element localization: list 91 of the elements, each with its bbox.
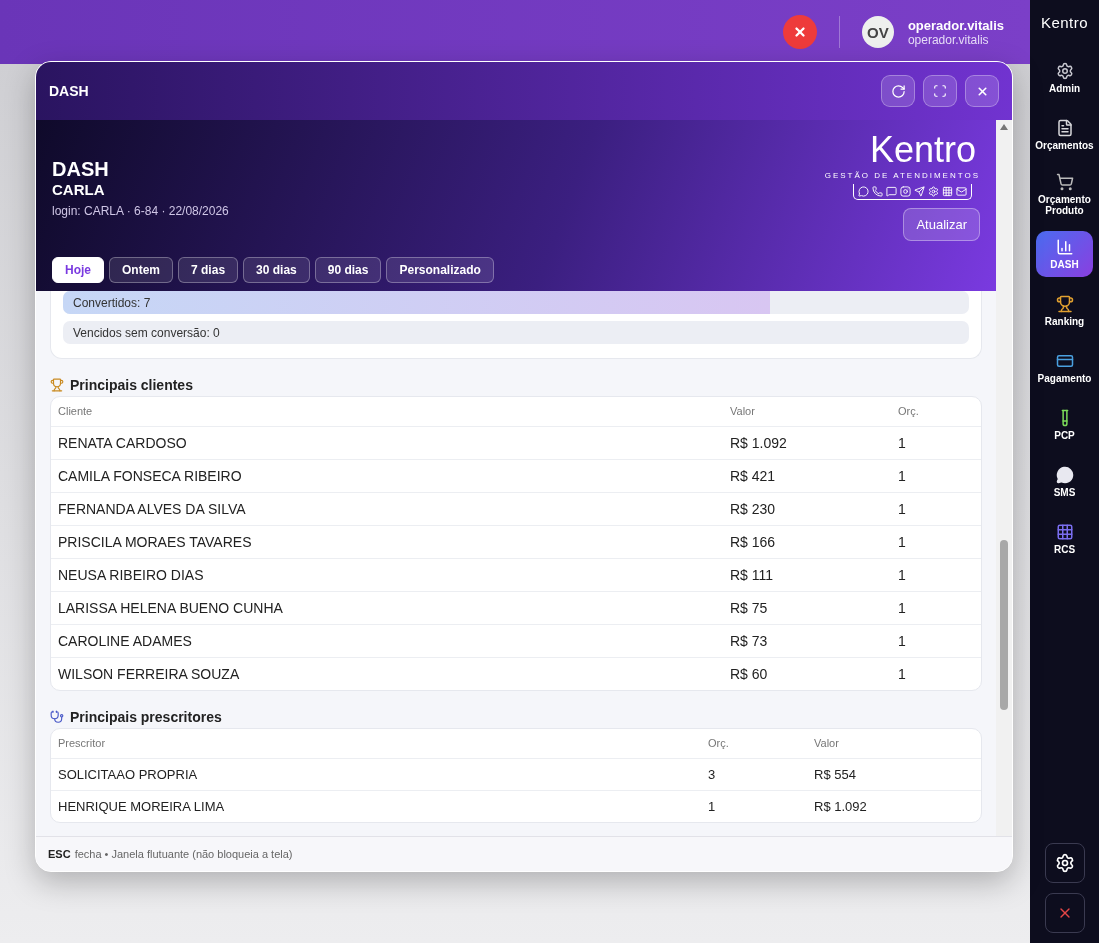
maximize-icon	[933, 84, 947, 98]
column-header: Valor	[813, 736, 840, 751]
table-cell-text: 1	[897, 533, 907, 552]
table-cell-text: 1	[897, 665, 907, 684]
table-cell-text: R$ 166	[729, 533, 777, 552]
column-header: Orç.	[897, 404, 920, 419]
brand-logo: Kentro	[869, 132, 976, 168]
table-cell-text: R$ 73	[729, 632, 769, 651]
table-cell-text: NEUSA RIBEIRO DIAS	[57, 566, 205, 585]
settings-icon	[1054, 853, 1075, 873]
stethoscope-icon	[50, 710, 64, 724]
column-header: Valor	[729, 404, 756, 419]
table-cell-text: 3	[707, 766, 717, 784]
column-header: Prescritor	[57, 736, 107, 751]
table-cell-text: R$ 1.092	[813, 798, 868, 816]
trophy-icon	[50, 378, 64, 392]
table-cell-text: R$ 60	[729, 665, 769, 684]
table-cell-text: 1	[897, 566, 907, 585]
table-cell-text: SOLICITAAO PROPRIA	[57, 766, 199, 784]
table-cell-text: CAROLINE ADAMES	[57, 632, 193, 651]
table-cell-text: CAMILA FONSECA RIBEIRO	[57, 467, 243, 486]
reload-icon	[890, 83, 906, 99]
sidebar-item[interactable]: Pagamento	[1036, 345, 1093, 391]
user-avatar[interactable]: OV	[861, 16, 894, 48]
sidebar-item[interactable]: Orçamento Produto	[1036, 169, 1093, 220]
period-tab[interactable]: 30 dias	[243, 257, 310, 283]
reload-button[interactable]	[881, 75, 915, 107]
table-cell-text: WILSON FERREIRA SOUZA	[57, 665, 241, 684]
scrollbar[interactable]	[996, 120, 1012, 836]
period-tab[interactable]: Hoje	[52, 257, 104, 283]
operator-name: CARLA	[52, 181, 106, 198]
grid-icon	[1055, 523, 1074, 541]
scroll-up-icon[interactable]	[1000, 124, 1008, 130]
window-title: DASH	[49, 83, 90, 99]
table-cell-text: R$ 230	[729, 500, 777, 519]
table-cell-text: 1	[897, 434, 907, 453]
section-title: Principais prescritores	[70, 709, 222, 725]
column-header: Cliente	[57, 404, 94, 419]
scroll-thumb[interactable]	[1000, 540, 1008, 710]
bar-chart-icon	[1055, 238, 1074, 256]
period-tab[interactable]: 90 dias	[314, 257, 382, 283]
user-name: operador.vitalis	[907, 17, 1004, 33]
maximize-button[interactable]	[923, 75, 957, 107]
footer-hint: fecha • Janela flutuante (não bloqueia a tela)	[74, 848, 293, 860]
speech-bubble-icon	[1055, 466, 1074, 484]
document-icon	[1055, 119, 1074, 137]
funnel-label: Vencidos sem conversão: 0	[72, 325, 220, 340]
trophy-icon	[1055, 295, 1074, 313]
close-icon	[792, 25, 807, 39]
close-button[interactable]	[1044, 893, 1085, 933]
sidebar-item[interactable]: DASH	[1036, 231, 1093, 277]
sidebar-item[interactable]: PCP	[1036, 402, 1093, 448]
user-login: operador.vitalis	[907, 32, 989, 47]
table-cell-text: PRISCILA MORAES TAVARES	[57, 533, 253, 552]
column-header: Orç.	[707, 736, 730, 751]
settings-button[interactable]	[1044, 843, 1085, 883]
card-icon	[1055, 352, 1074, 370]
sidebar-item[interactable]: SMS	[1036, 459, 1093, 505]
sidebar-item[interactable]: RCS	[1036, 516, 1093, 562]
table-cell-text: R$ 421	[729, 467, 777, 486]
sidebar-logo: Kentro	[1040, 14, 1089, 31]
funnel-label: Convertidos: 7	[72, 295, 151, 310]
error-button[interactable]	[782, 15, 817, 49]
table-cell-text: R$ 75	[729, 599, 769, 618]
table-cell-text: FERNANDA ALVES DA SILVA	[57, 500, 247, 519]
section-title: Principais clientes	[70, 377, 193, 393]
table-cell-text: R$ 1.092	[729, 434, 788, 453]
dashboard-title: DASH	[52, 158, 110, 181]
table-cell-text: RENATA CARDOSO	[57, 434, 188, 453]
table-cell-text: R$ 111	[729, 566, 775, 585]
login-info: login: CARLA · 6-84 · 22/08/2026	[52, 204, 229, 218]
period-tab[interactable]: Personalizado	[386, 257, 494, 283]
cart-icon	[1055, 173, 1074, 191]
table-cell-text: 1	[897, 632, 907, 651]
table-cell-text: LARISSA HELENA BUENO CUNHA	[57, 599, 284, 618]
sidebar-item[interactable]: Ranking	[1036, 288, 1093, 334]
close-icon	[975, 84, 989, 98]
gear-icon	[1055, 62, 1074, 80]
table-cell-text: 1	[897, 500, 907, 519]
sidebar-item[interactable]: Orçamentos	[1036, 112, 1093, 158]
sidebar-item[interactable]: Admin	[1036, 55, 1093, 101]
refresh-button[interactable]: Atualizar	[903, 208, 980, 241]
shortcut-key: ESC	[48, 848, 71, 860]
period-tab[interactable]: 7 dias	[178, 257, 239, 283]
table-cell-text: R$ 554	[813, 766, 857, 784]
table-cell-text: 1	[897, 467, 907, 486]
period-tab[interactable]: Ontem	[109, 257, 174, 283]
brand-tagline: GESTÃO DE ATENDIMENTOS	[824, 171, 980, 180]
table-cell-text: 1	[707, 798, 717, 816]
table-cell-text: HENRIQUE MOREIRA LIMA	[57, 798, 226, 816]
table-cell-text: 1	[897, 599, 907, 618]
